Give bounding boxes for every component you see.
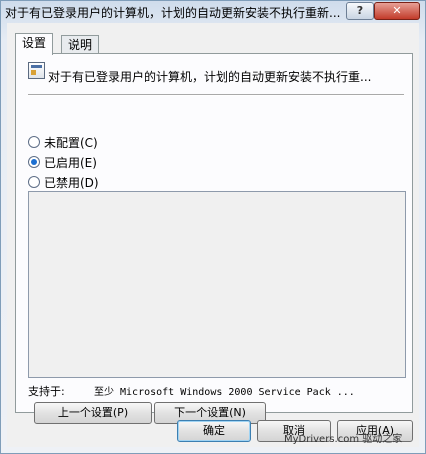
dialog-body: 设置 说明 对于有已登录用户的计算机，计划的自动更新安装不执行重... 未配置(… [7,23,419,447]
ok-button[interactable]: 确定 [177,420,251,442]
settings-panel: 对于有已登录用户的计算机，计划的自动更新安装不执行重... 未配置(C) 已启用… [15,53,413,424]
policy-name: 对于有已登录用户的计算机，计划的自动更新安装不执行重... [48,70,372,84]
radio-disabled[interactable]: 已禁用(D) [28,174,99,190]
radio-button[interactable] [28,156,40,168]
separator [28,94,404,96]
radio-enabled[interactable]: 已启用(E) [28,154,97,170]
policy-icon-square [31,70,36,75]
policy-dialog: 对于有已登录用户的计算机，计划的自动更新安装不执行重新... ? ✕ 设置 说明… [0,0,426,454]
help-button[interactable]: ? [346,2,374,20]
tab-settings[interactable]: 设置 [15,33,54,55]
supported-value: 至少 Microsoft Windows 2000 Service Pack .… [94,387,355,398]
title-bar[interactable]: 对于有已登录用户的计算机，计划的自动更新安装不执行重新... ? ✕ [1,1,425,23]
tab-explain[interactable]: 说明 [61,35,100,54]
watermark: MyDrivers.com 驱动之家 [284,434,403,445]
previous-setting-button[interactable]: 上一个设置(P) [34,402,152,424]
supported-on: 支持于: 至少 Microsoft Windows 2000 Service Pa… [28,383,408,399]
close-button[interactable]: ✕ [374,2,420,20]
options-area [28,191,406,378]
policy-icon [28,62,45,79]
radio-label: 已禁用(D) [44,176,99,190]
policy-icon-bar [31,65,42,68]
radio-label: 未配置(C) [44,136,98,150]
supported-label: 支持于: [28,385,65,398]
radio-not-configured[interactable]: 未配置(C) [28,134,98,150]
radio-label: 已启用(E) [44,156,97,170]
radio-button[interactable] [28,176,40,188]
radio-button[interactable] [28,136,40,148]
window-title: 对于有已登录用户的计算机，计划的自动更新安装不执行重新... [5,6,341,20]
